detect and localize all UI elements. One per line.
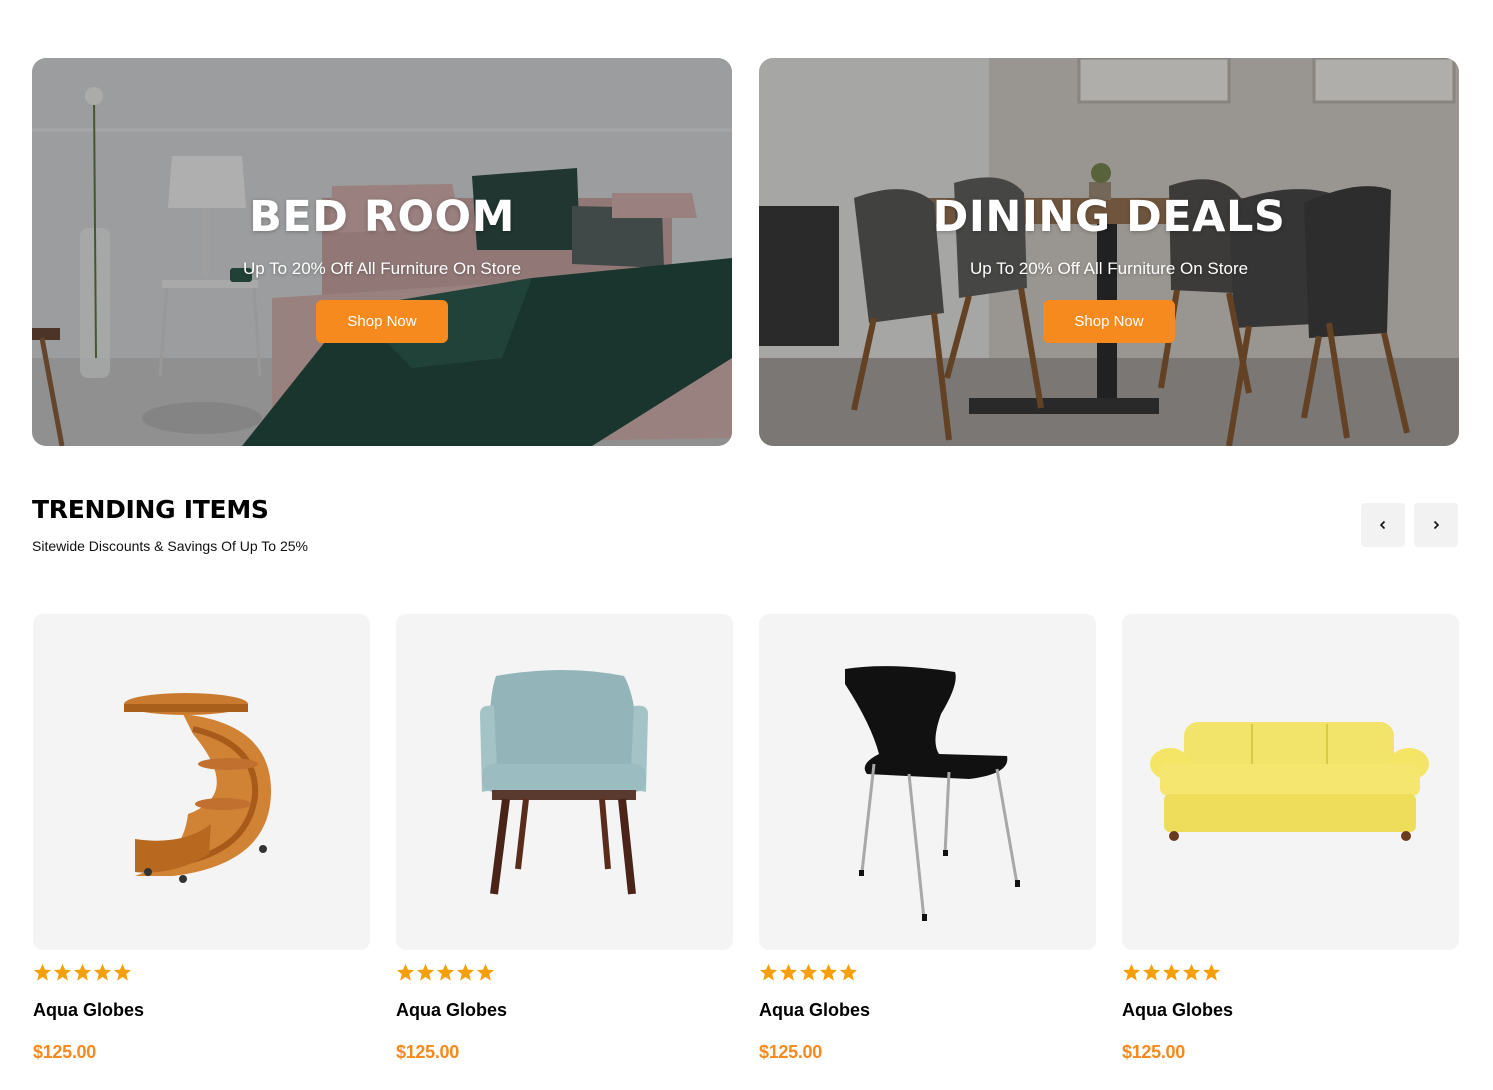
product-image[interactable] — [33, 614, 370, 950]
product-image[interactable] — [1122, 614, 1459, 950]
product-price: $125.00 — [1122, 1042, 1185, 1062]
banner-title: BED ROOM — [249, 192, 515, 242]
shop-now-button[interactable]: Shop Now — [1043, 300, 1175, 343]
chevron-left-icon — [1379, 520, 1386, 530]
star-icon — [93, 963, 112, 981]
rating-stars — [33, 963, 132, 982]
star-icon — [1122, 963, 1141, 981]
star-icon — [1162, 963, 1181, 981]
star-icon — [416, 963, 435, 981]
product-name[interactable]: Aqua Globes — [396, 998, 507, 1022]
product-image[interactable] — [759, 614, 1096, 950]
product-price: $125.00 — [759, 1042, 822, 1062]
black-chair-image — [845, 666, 1020, 921]
section-title: TRENDING ITEMS — [32, 495, 269, 524]
star-icon — [396, 963, 415, 981]
star-icon — [456, 963, 475, 981]
rating-stars — [396, 963, 495, 982]
star-icon — [476, 963, 495, 981]
shop-now-button[interactable]: Shop Now — [316, 300, 448, 343]
armchair-image — [480, 670, 648, 895]
star-icon — [779, 963, 798, 981]
product-name[interactable]: Aqua Globes — [1122, 998, 1233, 1022]
side-table-image — [124, 693, 272, 883]
star-icon — [839, 963, 858, 981]
banner-bedroom[interactable]: BED ROOM Up To 20% Off All Furniture On … — [32, 58, 732, 446]
product-price: $125.00 — [33, 1042, 96, 1062]
star-icon — [53, 963, 72, 981]
chevron-right-icon — [1433, 520, 1440, 530]
carousel-next-button[interactable] — [1414, 503, 1458, 547]
star-icon — [819, 963, 838, 981]
section-subtitle: Sitewide Discounts & Savings Of Up To 25… — [32, 538, 308, 554]
product-name[interactable]: Aqua Globes — [33, 998, 144, 1022]
product-price: $125.00 — [396, 1042, 459, 1062]
product-image[interactable] — [396, 614, 733, 950]
star-icon — [113, 963, 132, 981]
product-card[interactable]: Aqua Globes $125.00 — [759, 614, 1096, 1062]
carousel-prev-button[interactable] — [1361, 503, 1405, 547]
banner-dining[interactable]: DINING DEALS Up To 20% Off All Furniture… — [759, 58, 1459, 446]
star-icon — [1182, 963, 1201, 981]
banner-content: BED ROOM Up To 20% Off All Furniture On … — [32, 192, 732, 343]
product-name[interactable]: Aqua Globes — [759, 998, 870, 1022]
yellow-sofa-image — [1150, 722, 1429, 841]
banner-subtitle: Up To 20% Off All Furniture On Store — [969, 259, 1249, 278]
banner-content: DINING DEALS Up To 20% Off All Furniture… — [759, 192, 1459, 343]
star-icon — [73, 963, 92, 981]
star-icon — [1142, 963, 1161, 981]
star-icon — [436, 963, 455, 981]
star-icon — [1202, 963, 1221, 981]
product-card[interactable]: Aqua Globes $125.00 — [1122, 614, 1459, 1062]
star-icon — [759, 963, 778, 981]
rating-stars — [759, 963, 858, 982]
product-card[interactable]: Aqua Globes $125.00 — [33, 614, 370, 1062]
banner-title: DINING DEALS — [932, 192, 1286, 242]
star-icon — [33, 963, 52, 981]
star-icon — [799, 963, 818, 981]
product-card[interactable]: Aqua Globes $125.00 — [396, 614, 733, 1062]
rating-stars — [1122, 963, 1221, 982]
banner-subtitle: Up To 20% Off All Furniture On Store — [242, 259, 522, 278]
